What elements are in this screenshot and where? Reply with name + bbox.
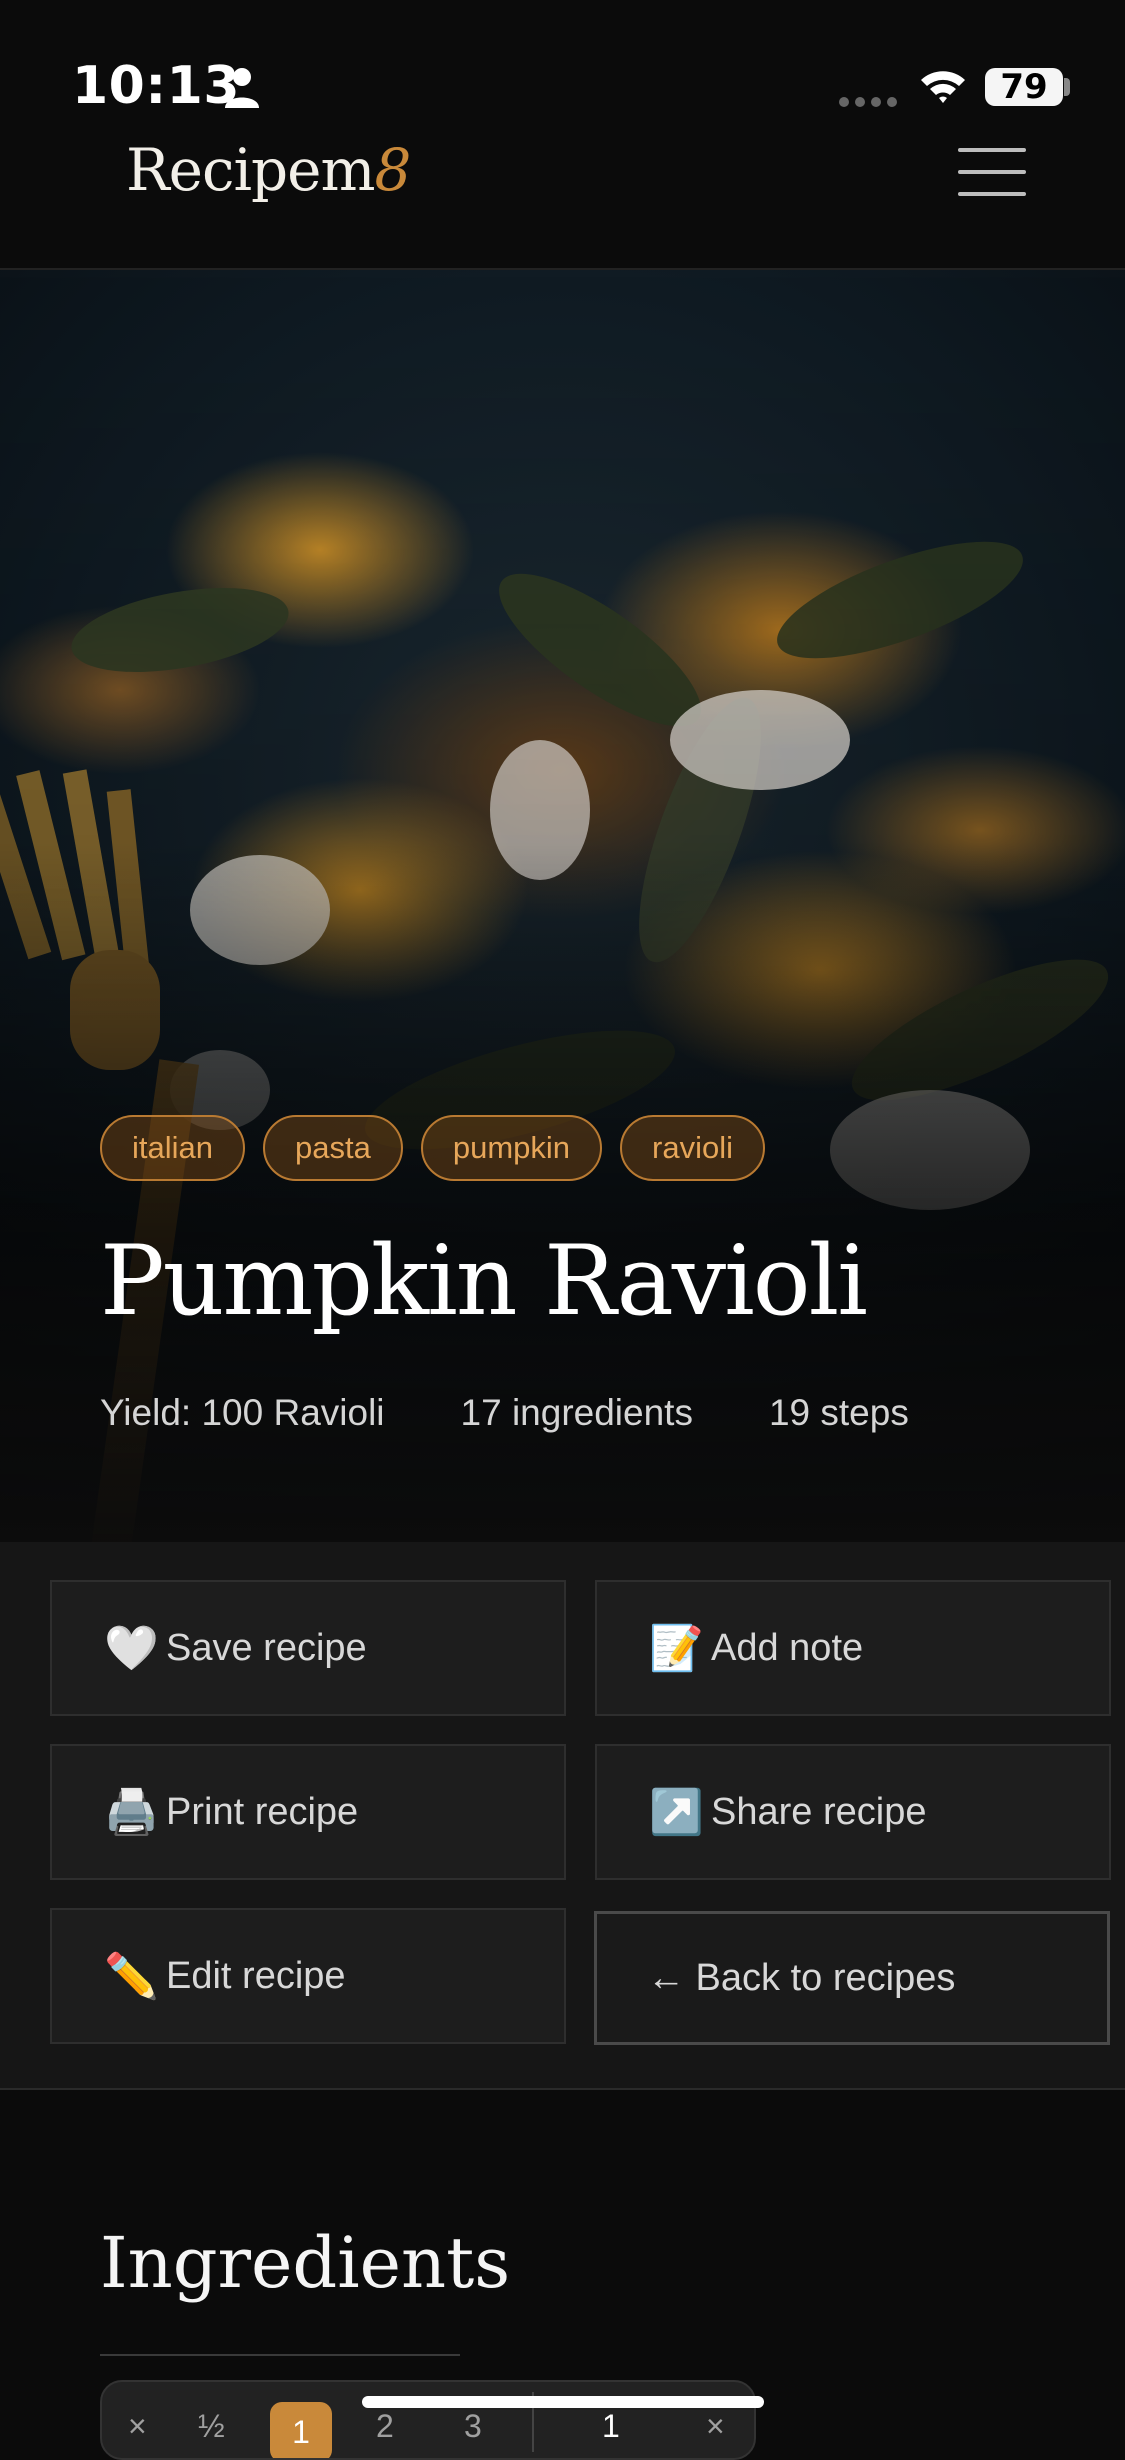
scale-option-half[interactable]: ½ [198,2408,225,2445]
add-note-label: Add note [711,1626,864,1669]
ingredients-divider [100,2354,460,2356]
battery-indicator: 79 [985,68,1063,106]
add-note-button[interactable]: 📝 Add note [595,1580,1111,1716]
back-to-recipes-label: ← Back to recipes [647,1956,956,1999]
save-recipe-label: Save recipe [166,1626,367,1669]
tag-pasta[interactable]: pasta [263,1115,403,1181]
brand-logo[interactable]: Recipem8 [126,136,411,204]
pencil-icon: ✏️ [104,1952,159,2001]
recipe-hero: italian pasta pumpkin ravioli Pumpkin Ra… [0,270,1125,1542]
menu-button[interactable] [958,148,1026,198]
scale-option-3[interactable]: 3 [464,2408,482,2445]
site-header: Recipem8 [0,130,1125,270]
recipe-yield: Yield: 100 Ravioli [100,1392,385,1433]
status-bar: 10:13 79 [0,0,1125,130]
brand-name: Recipem [126,136,375,204]
share-recipe-button[interactable]: ↗️ Share recipe [595,1744,1111,1880]
recipe-title: Pumpkin Ravioli [100,1225,868,1337]
back-to-recipes-button[interactable]: ← Back to recipes [594,1911,1110,2045]
ingredients-heading: Ingredients [100,2222,511,2304]
scale-option-2[interactable]: 2 [376,2408,394,2445]
scale-option-1[interactable]: 1 [270,2402,332,2458]
status-time: 10:13 [72,56,241,116]
share-arrow-icon: ↗️ [649,1788,704,1837]
edit-recipe-label: Edit recipe [166,1954,346,1997]
memo-icon: 📝 [649,1624,704,1673]
heart-icon: 🤍 [104,1624,159,1673]
person-icon [225,68,259,108]
save-recipe-button[interactable]: 🤍 Save recipe [50,1580,566,1716]
scale-decrease[interactable]: × [128,2408,147,2445]
hero-gradient-overlay [0,270,1125,1542]
serving-scaler: × ½ 1 2 3 1 × [100,2380,756,2460]
print-recipe-label: Print recipe [166,1790,359,1833]
home-indicator [362,2396,764,2408]
menu-line [958,192,1026,196]
ingredient-count: 17 ingredients [460,1392,693,1433]
cellular-signal-icon [839,97,897,107]
print-recipe-button[interactable]: 🖨️ Print recipe [50,1744,566,1880]
share-recipe-label: Share recipe [711,1790,927,1833]
wifi-icon [921,71,965,103]
recipe-meta: Yield: 100 Ravioli 17 ingredients 19 ste… [100,1392,909,1434]
scale-custom-toggle[interactable]: × [706,2408,725,2445]
edit-recipe-button[interactable]: ✏️ Edit recipe [50,1908,566,2044]
step-count: 19 steps [768,1392,909,1433]
scale-custom-input[interactable]: 1 [602,2408,620,2445]
recipe-actions: 🤍 Save recipe 📝 Add note 🖨️ Print recipe… [0,1542,1125,2090]
brand-accent: 8 [374,136,411,204]
tag-italian[interactable]: italian [100,1115,245,1181]
recipe-tags: italian pasta pumpkin ravioli [100,1115,765,1181]
menu-line [958,148,1026,152]
battery-nub [1064,78,1070,96]
tag-ravioli[interactable]: ravioli [620,1115,765,1181]
menu-line [958,170,1026,174]
printer-icon: 🖨️ [104,1788,159,1837]
tag-pumpkin[interactable]: pumpkin [420,1115,603,1181]
